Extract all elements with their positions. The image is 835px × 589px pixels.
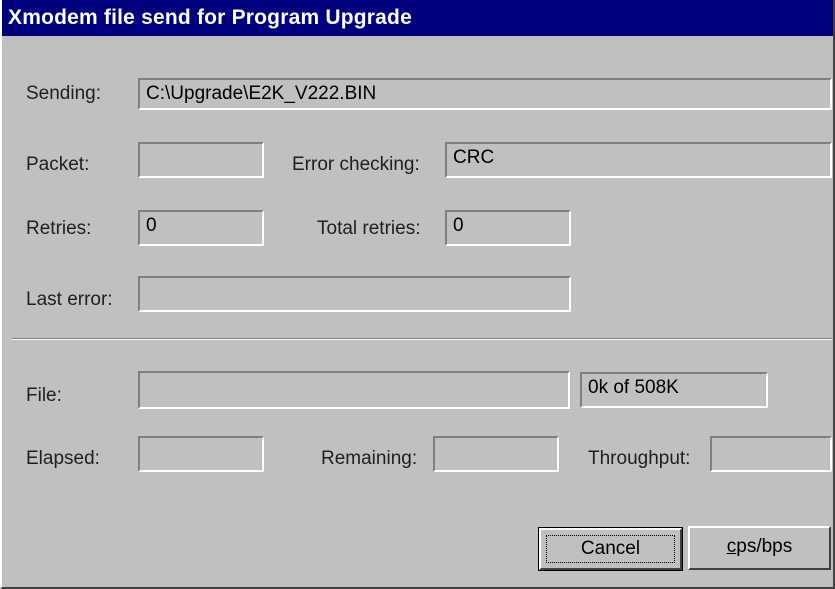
total-retries-label: Total retries: (317, 218, 421, 239)
retries-label: Retries: (26, 218, 92, 239)
error-checking-field: CRC (445, 142, 832, 178)
elapsed-field (138, 436, 264, 472)
cps-bps-button-label: cps/bps (727, 536, 792, 557)
cps-bps-accelerator: c (726, 536, 737, 557)
section-divider (12, 338, 832, 340)
file-label: File: (26, 385, 62, 406)
packet-field (138, 142, 264, 178)
throughput-label: Throughput: (588, 448, 691, 469)
last-error-field (138, 276, 571, 312)
remaining-field (433, 436, 559, 472)
title-bar: Xmodem file send for Program Upgrade (2, 0, 833, 36)
last-error-label: Last error: (26, 289, 113, 310)
cancel-button[interactable]: Cancel (538, 527, 683, 571)
file-progress-bar (138, 371, 570, 409)
cps-bps-label-rest: ps/bps (736, 536, 793, 557)
packet-label: Packet: (26, 154, 90, 175)
retries-field: 0 (138, 210, 264, 246)
cancel-button-label: Cancel (580, 538, 641, 559)
sending-label: Sending: (26, 83, 102, 104)
xmodem-dialog: Xmodem file send for Program Upgrade Sen… (0, 0, 835, 589)
file-size-field: 0k of 508K (580, 372, 768, 408)
remaining-label: Remaining: (321, 448, 418, 469)
total-retries-field: 0 (445, 210, 571, 246)
cps-bps-button[interactable]: cps/bps (688, 526, 831, 570)
throughput-field (710, 436, 832, 472)
error-checking-label: Error checking: (292, 154, 420, 175)
elapsed-label: Elapsed: (26, 448, 100, 469)
sending-field: C:\Upgrade\E2K_V222.BIN (138, 78, 832, 110)
window-title: Xmodem file send for Program Upgrade (8, 6, 412, 29)
